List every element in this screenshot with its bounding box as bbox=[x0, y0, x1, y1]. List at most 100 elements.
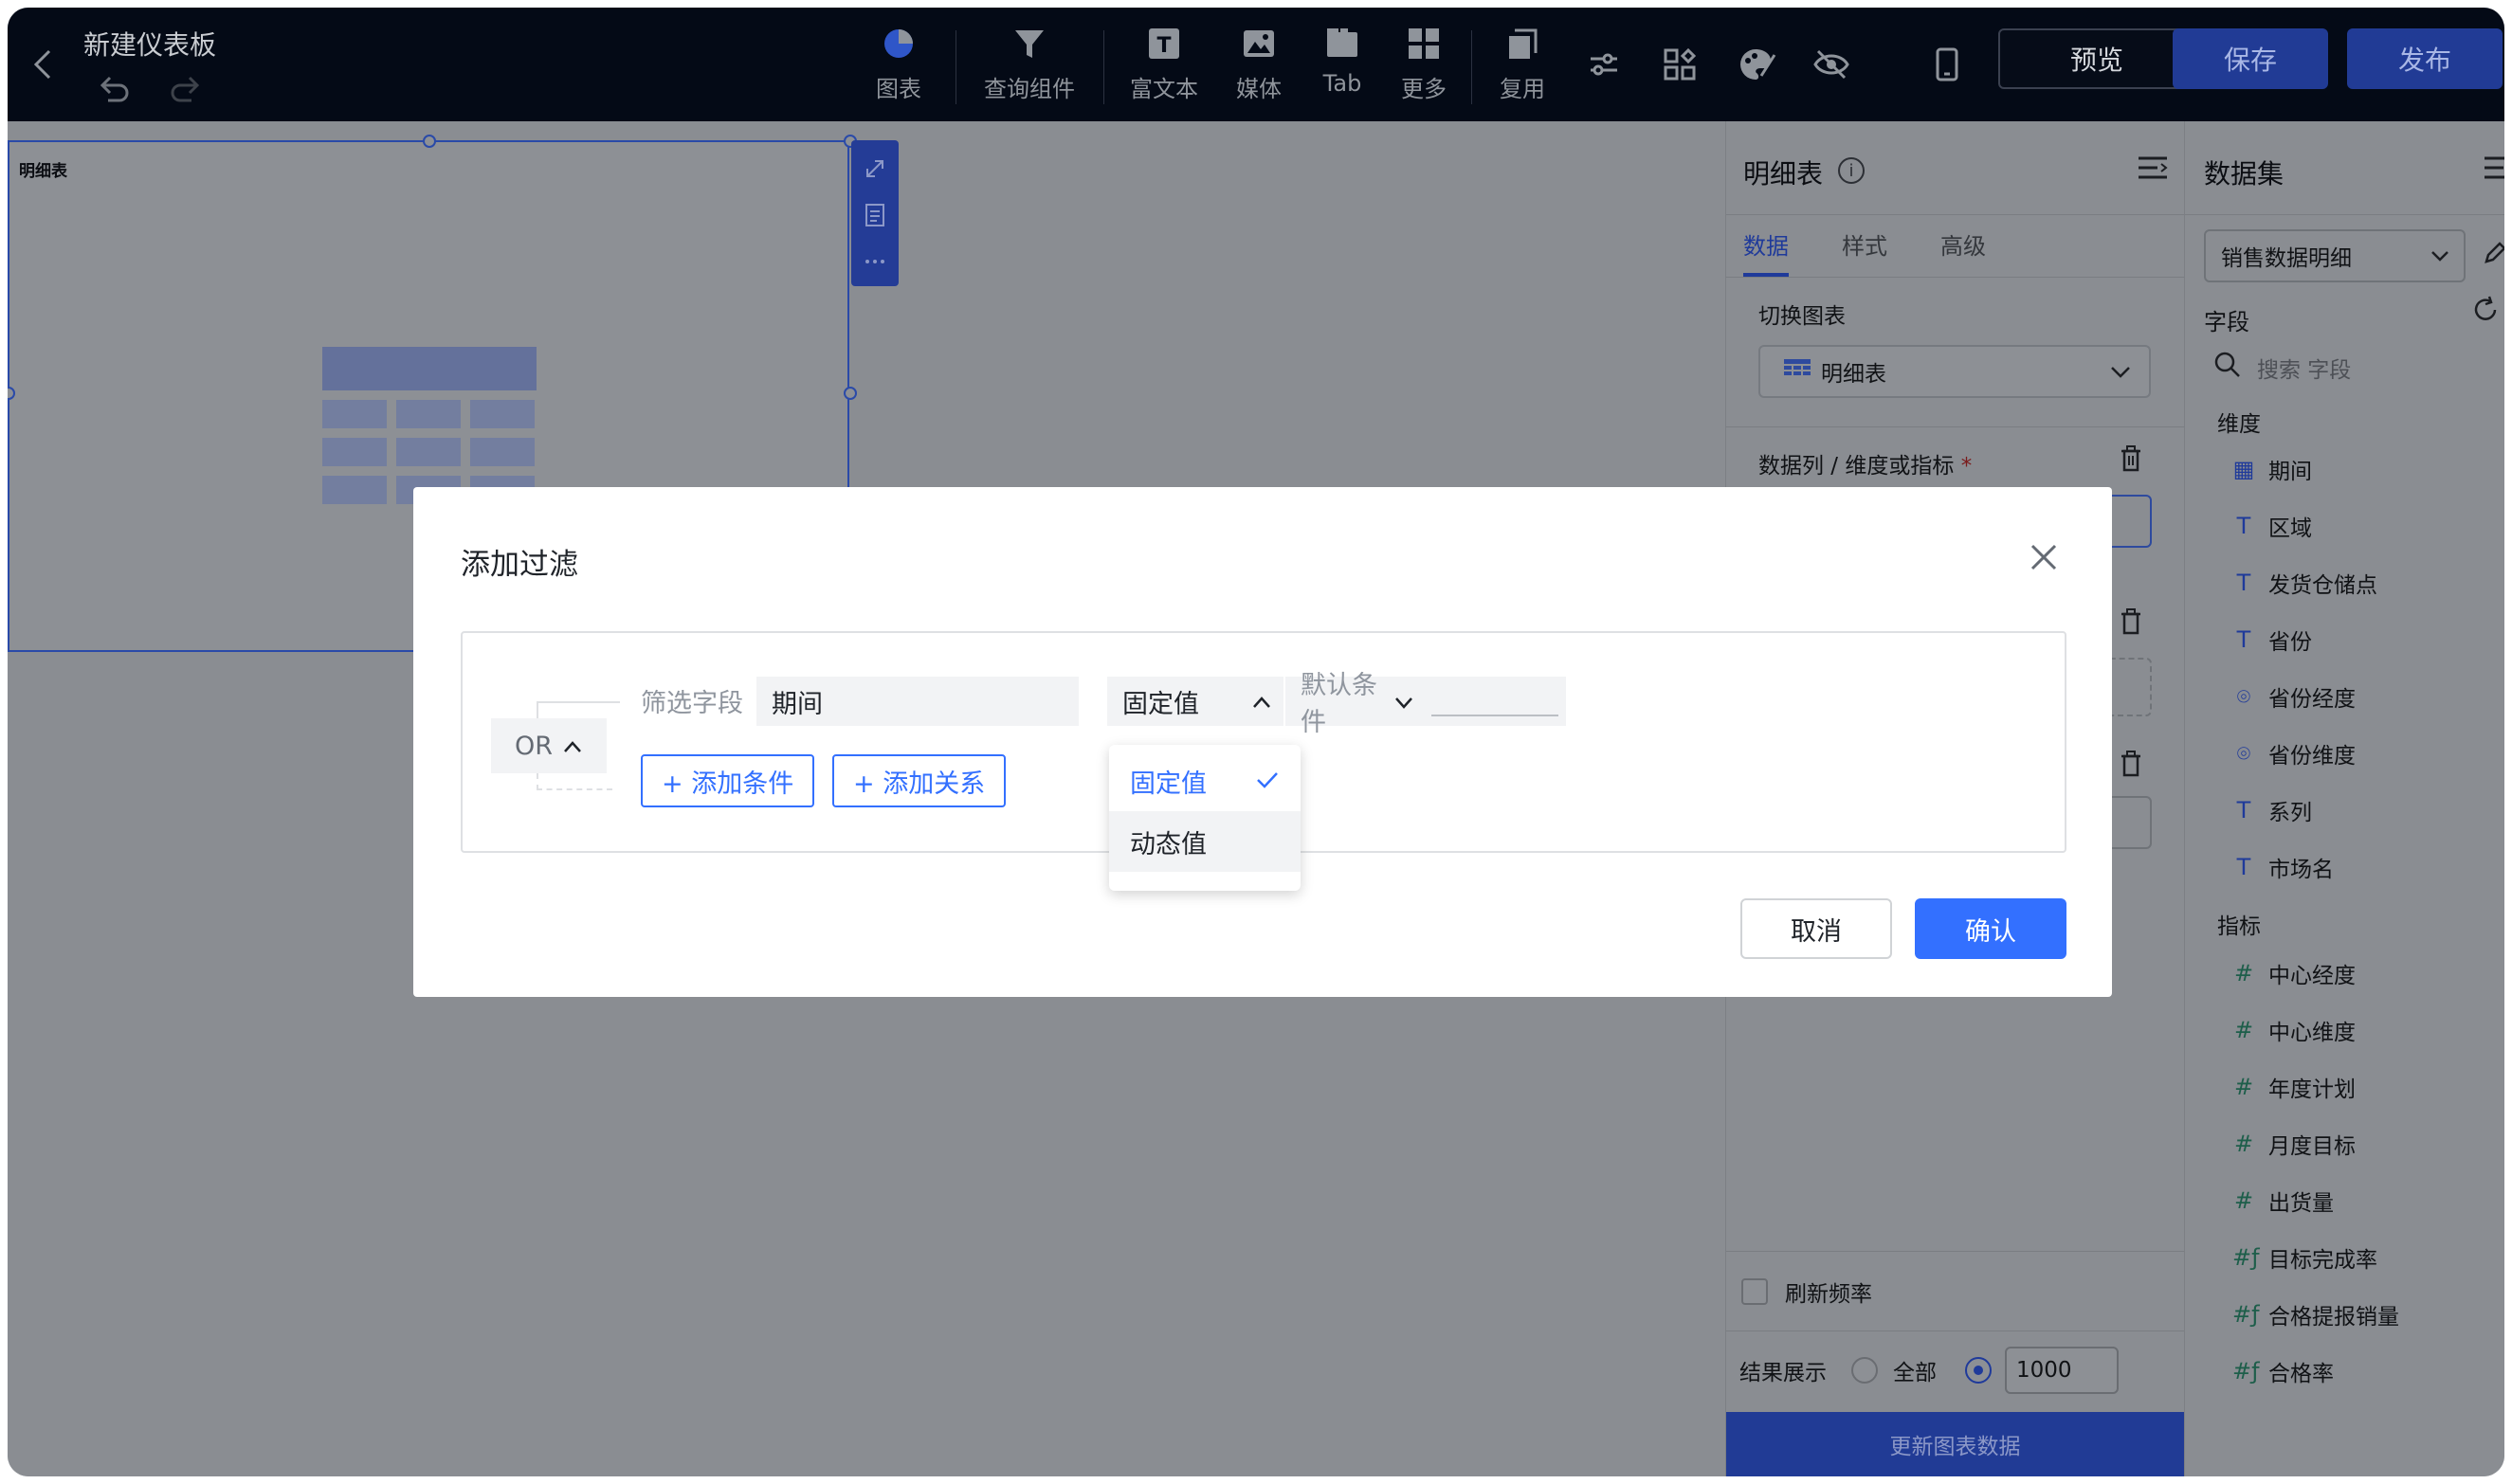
search-placeholder: 搜索 字段 bbox=[2257, 358, 2352, 383]
settings-sliders-icon[interactable] bbox=[1581, 42, 1627, 87]
field-item[interactable]: T 区域 bbox=[2232, 510, 2312, 542]
mobile-device-icon[interactable] bbox=[1924, 42, 1970, 87]
field-item[interactable]: # 中心维度 bbox=[2232, 1014, 2356, 1046]
text-type-icon: T bbox=[2236, 570, 2251, 596]
dashboard-title[interactable]: 新建仪表板 bbox=[83, 25, 216, 63]
condition-select[interactable]: 默认条件 bbox=[1285, 671, 1424, 737]
delete-icon[interactable] bbox=[2120, 608, 2144, 635]
theme-palette-icon[interactable] bbox=[1735, 42, 1780, 87]
field-search[interactable]: 搜索 字段 bbox=[2213, 351, 2351, 385]
dataset-select[interactable]: 销售数据明细 bbox=[2204, 229, 2466, 282]
field-item[interactable]: ⌾ 省份维度 bbox=[2232, 737, 2356, 769]
field-item[interactable]: # 年度计划 bbox=[2232, 1071, 2356, 1103]
panel-menu-icon[interactable] bbox=[2483, 154, 2504, 186]
calculated-field-icon: #ƒ bbox=[2232, 1301, 2260, 1328]
toolbar-chart[interactable]: 图表 bbox=[876, 23, 921, 110]
result-limit-input[interactable]: 1000 bbox=[2005, 1347, 2119, 1394]
field-item[interactable]: T 省份 bbox=[2232, 624, 2312, 656]
delete-icon[interactable] bbox=[2120, 445, 2144, 472]
divider bbox=[1726, 277, 2184, 278]
save-button[interactable]: 保存 bbox=[2173, 28, 2328, 89]
undo-icon[interactable] bbox=[97, 72, 131, 104]
resize-handle-top[interactable] bbox=[423, 135, 436, 148]
result-all-radio[interactable] bbox=[1851, 1357, 1878, 1384]
document-icon[interactable] bbox=[864, 203, 886, 231]
filter-icon bbox=[1009, 23, 1050, 64]
table-chart-icon bbox=[1783, 358, 1811, 385]
dataset-panel: 数据集 销售数据明细 字段 搜索 字段 维度 ▦ 期间 T 区域 T 发货仓储点 T省… bbox=[2184, 121, 2504, 1476]
location-pin-icon: ⌾ bbox=[2236, 683, 2251, 710]
redo-icon[interactable] bbox=[169, 72, 203, 104]
cancel-button[interactable]: 取消 bbox=[1740, 898, 1892, 959]
edit-pencil-icon[interactable] bbox=[2483, 241, 2504, 269]
toolbar-rich-text[interactable]: T 富文本 bbox=[1130, 23, 1198, 110]
toolbar-media[interactable]: 媒体 bbox=[1236, 23, 1282, 110]
panel-menu-icon[interactable] bbox=[2137, 154, 2171, 184]
delete-icon[interactable] bbox=[2120, 751, 2144, 777]
publish-button[interactable]: 发布 bbox=[2347, 28, 2503, 89]
refresh-checkbox[interactable] bbox=[1741, 1278, 1768, 1305]
update-chart-button[interactable]: 更新图表数据 bbox=[1726, 1412, 2184, 1476]
info-icon[interactable]: i bbox=[1838, 157, 1865, 184]
add-relation-button[interactable]: + 添加关系 bbox=[832, 754, 1007, 807]
checkmark-icon bbox=[1255, 767, 1280, 796]
field-item[interactable]: T 市场名 bbox=[2232, 851, 2334, 883]
field-item[interactable]: # 出货量 bbox=[2232, 1185, 2334, 1217]
toolbar-more[interactable]: 更多 bbox=[1401, 23, 1447, 110]
field-item[interactable]: #ƒ 目标完成率 bbox=[2232, 1241, 2377, 1274]
tab-data[interactable]: 数据 bbox=[1743, 227, 1789, 261]
panel-tabs: 数据 样式 高级 bbox=[1743, 227, 1986, 261]
close-icon[interactable] bbox=[2027, 540, 2061, 574]
option-fixed-value[interactable]: 固定值 bbox=[1109, 751, 1301, 811]
hide-eye-icon[interactable] bbox=[1809, 42, 1854, 87]
chart-type-select[interactable]: 明细表 bbox=[1758, 345, 2151, 398]
preview-button[interactable]: 预览 bbox=[1998, 28, 2195, 89]
refresh-icon[interactable] bbox=[2471, 296, 2500, 328]
confirm-button[interactable]: 确认 bbox=[1915, 898, 2066, 959]
back-arrow-icon[interactable] bbox=[27, 45, 61, 83]
field-item[interactable]: # 月度目标 bbox=[2232, 1128, 2356, 1160]
layout-icon[interactable] bbox=[1657, 42, 1702, 87]
field-item[interactable]: #ƒ 合格率 bbox=[2232, 1355, 2334, 1387]
more-dots-icon[interactable] bbox=[864, 251, 886, 269]
chevron-up-icon bbox=[562, 732, 583, 761]
field-item[interactable]: ▦ 期间 bbox=[2232, 453, 2312, 485]
dialog-title: 添加过滤 bbox=[461, 548, 578, 582]
result-display-row: 结果展示 全部 1000 bbox=[1739, 1344, 2175, 1397]
option-dynamic-value[interactable]: 动态值 bbox=[1109, 811, 1301, 872]
result-label: 结果展示 bbox=[1739, 1361, 1827, 1385]
toolbar-reuse[interactable]: 复用 bbox=[1500, 23, 1545, 110]
field-item[interactable]: ⌾ 省份经度 bbox=[2232, 680, 2356, 713]
resize-handle-left[interactable] bbox=[8, 387, 15, 400]
field-item[interactable]: #ƒ 合格提报销量 bbox=[2232, 1298, 2399, 1330]
resize-handle-right[interactable] bbox=[844, 387, 857, 400]
toolbar-tab-label: Tab bbox=[1322, 70, 1362, 97]
add-condition-button[interactable]: + 添加条件 bbox=[641, 754, 815, 807]
text-type-icon: T bbox=[2236, 513, 2251, 539]
toolbar-query-component[interactable]: 查询组件 bbox=[984, 23, 1075, 110]
condition-value-input[interactable] bbox=[1424, 677, 1566, 726]
chevron-down-icon bbox=[2430, 246, 2450, 271]
fields-label: 字段 bbox=[2204, 309, 2249, 335]
result-limit-radio[interactable] bbox=[1965, 1357, 1992, 1384]
field-item[interactable]: T 发货仓储点 bbox=[2232, 567, 2377, 599]
toolbar-reuse-label: 复用 bbox=[1500, 76, 1545, 102]
refresh-frequency-row: 刷新频率 bbox=[1741, 1276, 1872, 1308]
toolbar-media-label: 媒体 bbox=[1236, 76, 1282, 102]
field-item[interactable]: # 中心经度 bbox=[2232, 957, 2356, 989]
divider bbox=[1726, 1330, 2184, 1331]
widget-toolbar bbox=[851, 140, 899, 286]
number-hash-icon: # bbox=[2233, 960, 2254, 986]
number-hash-icon: # bbox=[2233, 1131, 2254, 1157]
field-item[interactable]: T 系列 bbox=[2232, 794, 2312, 826]
result-all-label: 全部 bbox=[1893, 1361, 1937, 1385]
tab-advanced[interactable]: 高级 bbox=[1940, 227, 1986, 261]
toolbar-tab[interactable]: Tab bbox=[1321, 23, 1363, 110]
filter-field-select[interactable]: 期间 bbox=[756, 677, 1079, 726]
top-toolbar: 新建仪表板 图表 查询组件 T 富文本 媒体 Tab 更多 复用 预览 保存 发… bbox=[8, 8, 2504, 121]
expand-icon[interactable] bbox=[864, 157, 886, 184]
tab-style[interactable]: 样式 bbox=[1842, 227, 1887, 261]
relation-toggle[interactable]: OR bbox=[491, 718, 607, 773]
value-type-select[interactable]: 固定值 bbox=[1107, 677, 1283, 726]
chart-type-value: 明细表 bbox=[1821, 362, 1886, 387]
